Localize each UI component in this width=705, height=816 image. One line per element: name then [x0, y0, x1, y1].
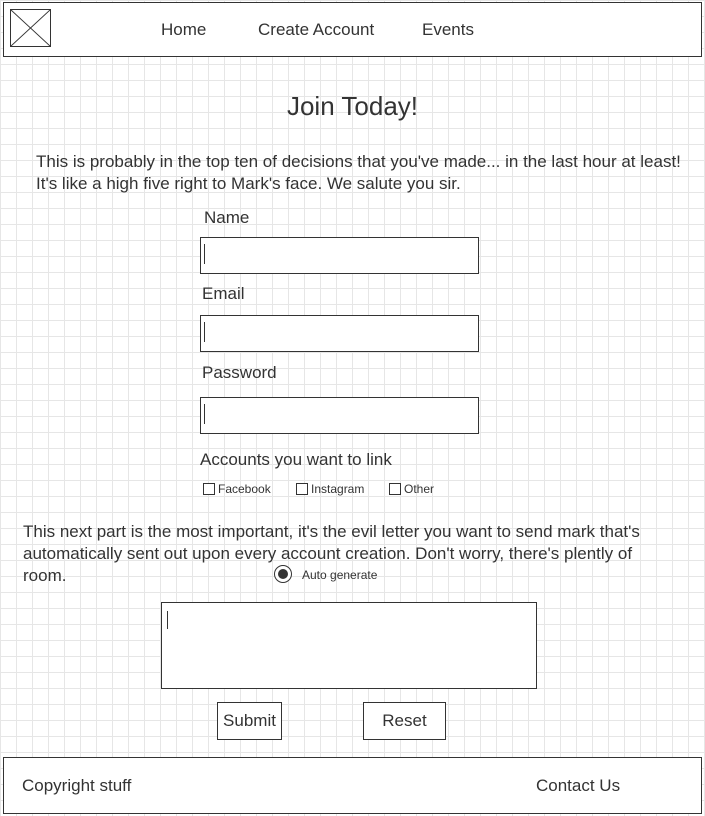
facebook-checkbox[interactable]	[203, 483, 215, 495]
letter-textarea[interactable]	[161, 602, 537, 689]
radio-selected-dot	[278, 569, 288, 579]
password-input[interactable]	[200, 397, 479, 434]
instagram-checkbox[interactable]	[296, 483, 308, 495]
text-cursor-icon	[204, 404, 205, 424]
page-title: Join Today!	[286, 91, 419, 121]
copyright-text: Copyright stuff	[22, 776, 132, 795]
email-input[interactable]	[200, 315, 479, 352]
facebook-checkbox-label[interactable]: Facebook	[218, 482, 271, 496]
text-cursor-icon	[204, 322, 205, 342]
submit-button[interactable]: Submit	[217, 702, 282, 740]
name-field-wrapper	[200, 237, 479, 274]
email-label: Email	[202, 284, 245, 303]
nav-home-link[interactable]: Home	[161, 20, 206, 40]
auto-generate-radio[interactable]	[274, 565, 292, 583]
email-field-wrapper	[200, 315, 479, 352]
nav-events-link[interactable]: Events	[422, 20, 474, 40]
contact-us-link[interactable]: Contact Us	[536, 776, 620, 796]
other-checkbox-label[interactable]: Other	[404, 482, 434, 496]
name-label: Name	[204, 208, 250, 227]
text-cursor-icon	[204, 244, 205, 264]
name-input[interactable]	[200, 237, 479, 274]
reset-button[interactable]: Reset	[363, 702, 446, 740]
password-field-wrapper	[200, 397, 479, 434]
text-cursor-icon	[167, 611, 168, 629]
nav-create-account-link[interactable]: Create Account	[258, 20, 374, 40]
other-checkbox[interactable]	[389, 483, 401, 495]
auto-generate-label[interactable]: Auto generate	[302, 568, 377, 582]
password-label: Password	[202, 363, 277, 382]
accounts-label: Accounts you want to link	[200, 450, 392, 469]
instagram-checkbox-label[interactable]: Instagram	[311, 482, 364, 496]
intro-text: This is probably in the top ten of decis…	[36, 152, 681, 193]
logo-placeholder-icon[interactable]	[10, 9, 51, 47]
